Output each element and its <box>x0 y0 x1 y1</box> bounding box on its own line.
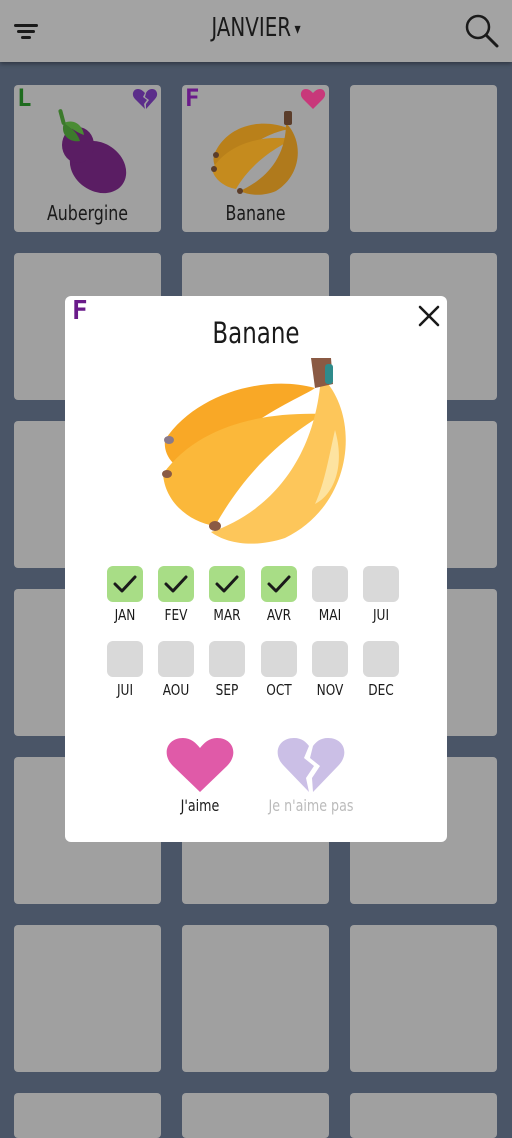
month-checkbox[interactable] <box>311 641 348 677</box>
checkmark-icon <box>267 575 291 593</box>
month-label: OCT <box>265 681 292 699</box>
dialog-title: Banane <box>212 316 300 350</box>
dislike-label: Je n'aime pas <box>268 796 354 815</box>
month-cell: JUI <box>363 566 399 626</box>
checkmark-icon <box>164 575 188 593</box>
month-checkbox[interactable] <box>158 566 195 602</box>
month-label: JAN <box>114 606 136 624</box>
month-cell: MAR <box>209 566 246 626</box>
month-cell: AVR <box>260 566 297 626</box>
month-checkbox[interactable] <box>107 641 143 677</box>
produce-tile-aubergine[interactable]: L Aubergine <box>14 84 161 232</box>
like-label: J'aime <box>180 796 220 815</box>
heart-icon <box>166 738 234 792</box>
empty-tile[interactable] <box>14 1093 161 1138</box>
month-cell: MAI <box>311 566 348 626</box>
month-selector[interactable]: JANVIER ▾ <box>38 13 473 43</box>
empty-tile[interactable] <box>182 925 329 1072</box>
bananas-icon <box>162 358 346 544</box>
month-cell: AOU <box>158 641 195 701</box>
month-checkbox[interactable] <box>311 566 348 602</box>
month-label: NOV <box>316 681 344 699</box>
month-label: JUI <box>372 606 390 624</box>
tile-label: Banane <box>225 201 286 225</box>
eggplant-icon <box>58 109 127 194</box>
month-label: SEP <box>216 681 239 699</box>
month-label: MAI <box>318 606 341 624</box>
month-checkbox[interactable] <box>363 641 399 677</box>
dislike-button[interactable]: Je n'aime pas <box>261 736 361 822</box>
search-icon <box>465 14 499 48</box>
app-header: JANVIER ▾ <box>0 0 512 62</box>
chevron-down-icon: ▾ <box>294 19 301 38</box>
month-checkbox[interactable] <box>209 566 246 602</box>
month-cell: FEV <box>158 566 195 626</box>
empty-tile[interactable] <box>350 925 497 1072</box>
month-checkbox[interactable] <box>158 641 195 677</box>
month-label: FEV <box>164 606 188 624</box>
month-cell: OCT <box>260 641 297 701</box>
season-row: JUI AOU SEP OCT NOV DEC <box>107 641 407 701</box>
month-label: AOU <box>162 681 190 699</box>
month-checkbox[interactable] <box>260 566 297 602</box>
month-label: JUI <box>116 681 134 699</box>
checkmark-icon <box>113 575 137 593</box>
month-cell: JUI <box>107 641 143 701</box>
month-label: DEC <box>368 681 394 699</box>
produce-type-tag: F <box>72 296 88 326</box>
tile-type-tag: L <box>17 84 32 112</box>
month-cell: NOV <box>311 641 348 701</box>
month-cell: DEC <box>363 641 399 701</box>
checkmark-icon <box>215 575 239 593</box>
like-button[interactable]: J'aime <box>165 736 235 822</box>
empty-tile[interactable] <box>350 1093 497 1138</box>
empty-tile[interactable] <box>182 1093 329 1138</box>
bananas-icon <box>211 111 298 195</box>
month-label: MAR <box>213 606 242 624</box>
season-row: JAN FEV MAR AVR MAI JUI <box>107 566 407 626</box>
month-label: JANVIER <box>211 13 292 43</box>
produce-detail-dialog: F Banane JAN FEV MAR AVR MAI JUI JUI AOU SEP OCT… <box>65 296 447 842</box>
month-checkbox[interactable] <box>107 566 143 602</box>
tile-type-tag: F <box>185 84 200 112</box>
month-checkbox[interactable] <box>363 566 399 602</box>
broken-heart-icon <box>277 738 345 792</box>
month-checkbox[interactable] <box>260 641 297 677</box>
produce-tile-banane[interactable]: F Banane <box>182 84 329 232</box>
month-checkbox[interactable] <box>209 641 246 677</box>
month-label: AVR <box>266 606 291 624</box>
empty-tile[interactable] <box>14 925 161 1072</box>
month-cell: JAN <box>107 566 143 626</box>
tile-label: Aubergine <box>46 201 129 225</box>
search-button[interactable] <box>464 14 500 48</box>
empty-tile[interactable] <box>350 85 497 232</box>
month-cell: SEP <box>209 641 246 701</box>
